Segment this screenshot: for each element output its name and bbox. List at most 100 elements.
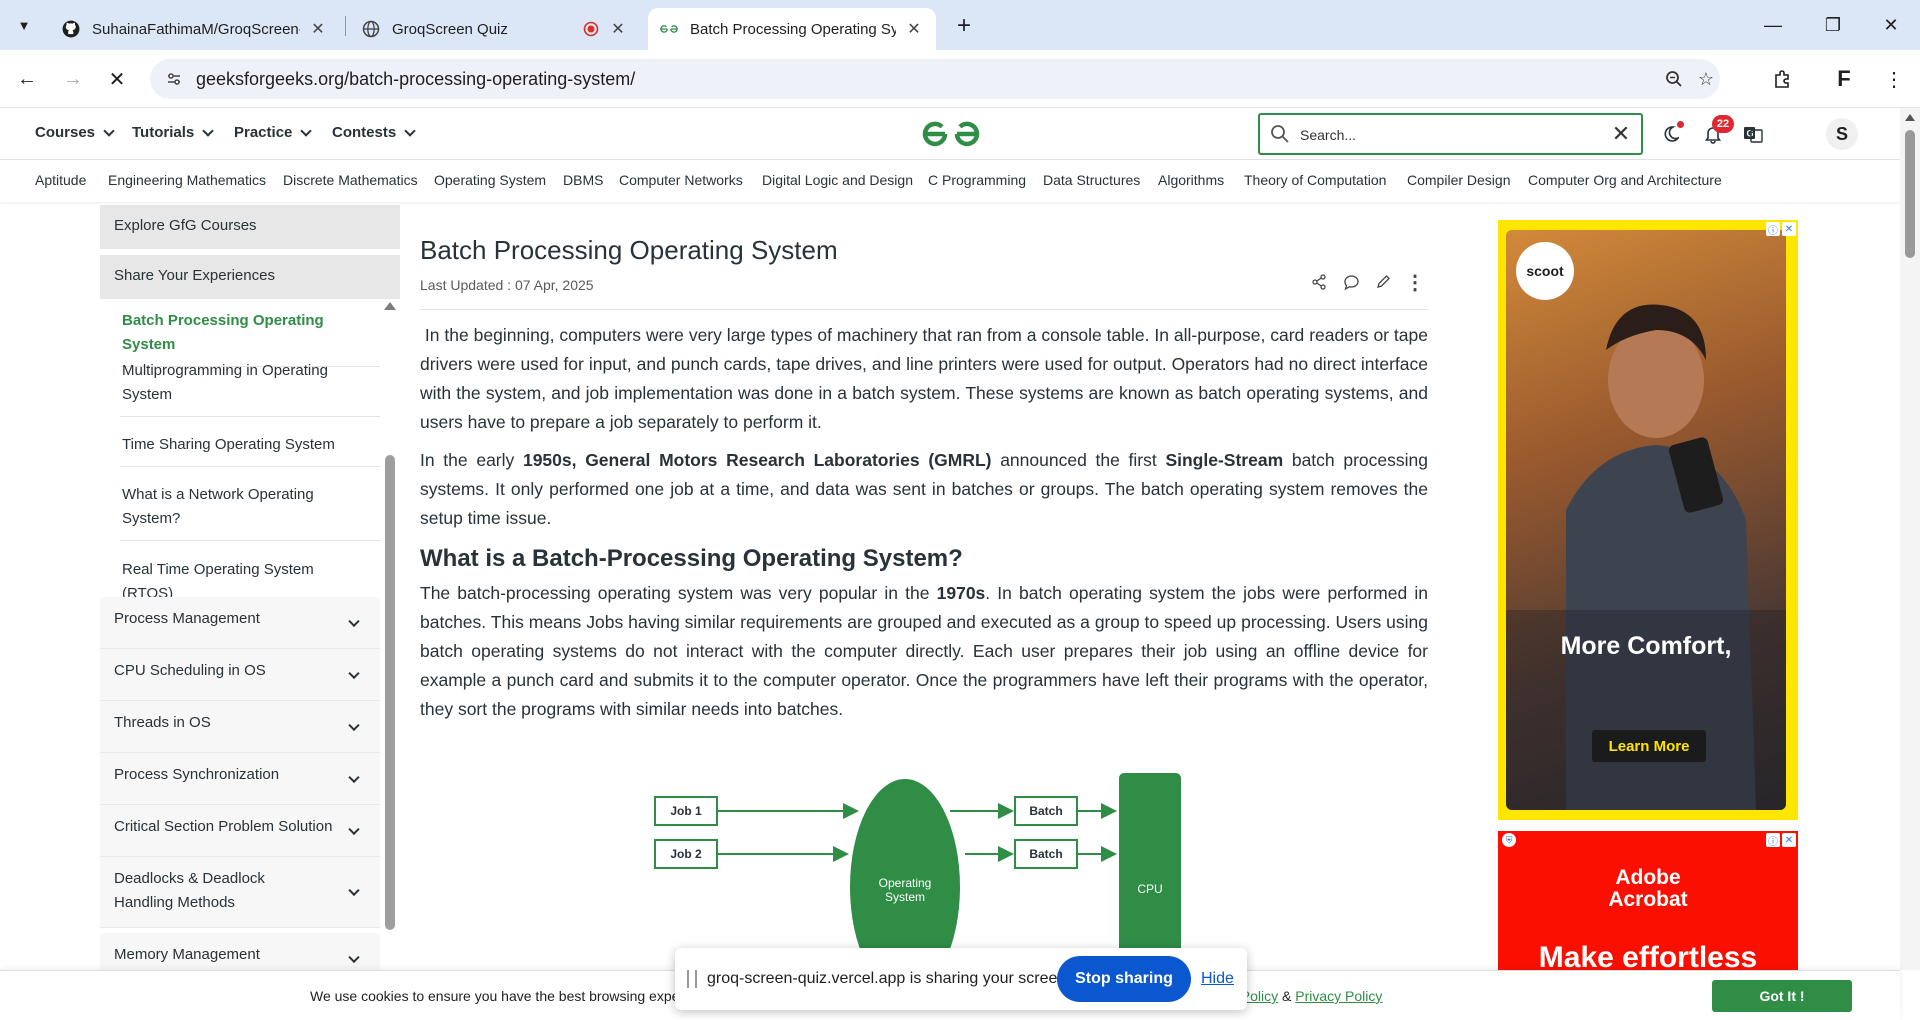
ad-close-icon[interactable]: ✕ bbox=[1782, 833, 1796, 847]
comment-icon[interactable] bbox=[1342, 273, 1360, 291]
subnav-item[interactable]: Computer Org and Architecture bbox=[1528, 172, 1722, 188]
subnav-item[interactable]: Operating System bbox=[434, 172, 546, 188]
profile-button[interactable]: F bbox=[1830, 65, 1858, 93]
close-icon[interactable]: ✕ bbox=[904, 19, 924, 39]
url-text[interactable]: geeksforgeeks.org/batch-processing-opera… bbox=[196, 69, 635, 90]
user-avatar[interactable]: S bbox=[1826, 118, 1858, 150]
menu-label: Tutorials bbox=[132, 124, 195, 141]
subnav-item[interactable]: Theory of Computation bbox=[1244, 172, 1386, 188]
tab-separator bbox=[345, 16, 346, 36]
ad-info-icon[interactable]: ⓘ bbox=[1766, 222, 1780, 237]
restore-button[interactable]: ❐ bbox=[1818, 10, 1848, 40]
zoom-icon[interactable] bbox=[1662, 67, 1686, 91]
forward-button[interactable]: → bbox=[58, 64, 88, 94]
subnav-item[interactable]: Discrete Mathematics bbox=[283, 172, 418, 188]
gfg-icon bbox=[660, 20, 678, 38]
subnav-item[interactable]: Compiler Design bbox=[1407, 172, 1510, 188]
scoot-ad[interactable]: scoot More Comfort, Learn More ⓘ ✕ bbox=[1498, 220, 1798, 820]
tab-groqscreen[interactable]: GroqScreen Quiz ✕ bbox=[350, 8, 640, 50]
sidebar-section-cpu-scheduling[interactable]: CPU Scheduling in OS bbox=[100, 649, 380, 701]
dark-mode-icon[interactable] bbox=[1657, 121, 1684, 147]
scrollbar-thumb[interactable] bbox=[1905, 130, 1915, 258]
sidebar-header-courses[interactable]: Explore GfG Courses bbox=[100, 205, 400, 249]
site-search[interactable]: ✕ bbox=[1258, 113, 1643, 155]
sidebar-section-process-sync[interactable]: Process Synchronization bbox=[100, 753, 380, 805]
drag-handle-icon[interactable] bbox=[687, 970, 697, 988]
menu-tutorials[interactable]: Tutorials bbox=[132, 124, 214, 141]
batch2-label: Batch bbox=[1029, 847, 1062, 861]
sidebar-scrollbar[interactable] bbox=[385, 455, 395, 930]
brand-line: Adobe bbox=[1615, 866, 1681, 889]
close-window-button[interactable]: ✕ bbox=[1876, 10, 1906, 40]
notification-bell-icon[interactable]: 22 bbox=[1700, 115, 1734, 147]
extensions-icon[interactable] bbox=[1768, 65, 1796, 93]
sidebar-section-label: Memory Management bbox=[114, 946, 260, 963]
sidebar-section-threads[interactable]: Threads in OS bbox=[100, 701, 380, 753]
ad-info-icon[interactable]: ⓘ bbox=[1766, 833, 1780, 848]
menu-courses[interactable]: Courses bbox=[35, 124, 115, 141]
subnav-item[interactable]: Digital Logic and Design bbox=[762, 172, 913, 188]
scroll-up-arrow[interactable] bbox=[1905, 114, 1915, 121]
got-it-button[interactable]: Got It ! bbox=[1712, 980, 1852, 1012]
scoot-logo: scoot bbox=[1516, 242, 1574, 300]
site-settings-icon[interactable] bbox=[164, 69, 184, 89]
subnav-item[interactable]: Algorithms bbox=[1158, 172, 1224, 188]
new-tab-button[interactable]: + bbox=[950, 12, 978, 40]
browser-menu-icon[interactable]: ⋮ bbox=[1880, 65, 1908, 93]
privacy-policy-link[interactable]: Privacy Policy bbox=[1295, 988, 1382, 1004]
sidebar-item-time-sharing[interactable]: Time Sharing Operating System bbox=[100, 433, 380, 467]
share-icon[interactable] bbox=[1310, 273, 1328, 291]
subnav-item[interactable]: Computer Networks bbox=[619, 172, 743, 188]
menu-contests[interactable]: Contests bbox=[332, 124, 416, 141]
clear-search-icon[interactable]: ✕ bbox=[1609, 121, 1633, 146]
sidebar-section-memory[interactable]: Memory Management bbox=[100, 933, 380, 970]
search-icon bbox=[1271, 125, 1289, 143]
stop-sharing-button[interactable]: Stop sharing bbox=[1057, 956, 1191, 1002]
adobe-ad[interactable]: ⓘ ✕ ⛨ Adobe Acrobat Make effortless bbox=[1498, 831, 1798, 971]
tab-gfg-active[interactable]: Batch Processing Operating Sys ✕ bbox=[648, 8, 936, 50]
menu-label: Practice bbox=[234, 124, 293, 141]
minimize-button[interactable]: — bbox=[1758, 10, 1788, 40]
more-options-icon[interactable]: ⋮ bbox=[1405, 272, 1425, 294]
batch-processing-diagram: Job 1 Job 2 Operating System Batch Batch… bbox=[654, 773, 1181, 975]
tab-search-icon[interactable]: ▼ bbox=[10, 12, 38, 38]
tab-github[interactable]: SuhainaFathimaM/GroqScreen-Q ✕ bbox=[50, 8, 340, 50]
sidebar-item-multiprogramming[interactable]: Multiprogramming in Operating System bbox=[100, 359, 380, 417]
subnav-item[interactable]: C Programming bbox=[928, 172, 1026, 188]
back-button[interactable]: ← bbox=[12, 64, 42, 94]
subnav-item[interactable]: DBMS bbox=[563, 172, 603, 188]
tab-title: Batch Processing Operating Sys bbox=[690, 20, 896, 38]
screen-share-bar: groq-screen-quiz.vercel.app is sharing y… bbox=[675, 948, 1247, 1010]
sidebar-item-network-os[interactable]: What is a Network Operating System? bbox=[100, 483, 380, 541]
os-label-line1: Operating bbox=[879, 876, 932, 890]
sidebar-section-critical-section[interactable]: Critical Section Problem Solution bbox=[100, 805, 380, 857]
close-icon[interactable]: ✕ bbox=[308, 19, 328, 39]
cpu-label: CPU bbox=[1137, 882, 1162, 896]
search-input[interactable] bbox=[1300, 124, 1600, 146]
ad-close-icon[interactable]: ✕ bbox=[1782, 222, 1796, 236]
paragraph-definition: The batch-processing operating system wa… bbox=[420, 579, 1428, 724]
translate-icon[interactable]: G bbox=[1740, 121, 1766, 147]
bookmark-star-icon[interactable]: ☆ bbox=[1694, 67, 1718, 91]
stop-loading-button[interactable]: ✕ bbox=[102, 64, 132, 94]
gfg-logo[interactable] bbox=[920, 118, 982, 150]
close-icon[interactable]: ✕ bbox=[608, 19, 628, 39]
learn-more-button[interactable]: Learn More bbox=[1592, 730, 1706, 762]
edit-pencil-icon[interactable] bbox=[1374, 273, 1392, 291]
sidebar-scroll-up-arrow[interactable] bbox=[384, 302, 396, 310]
divider bbox=[120, 466, 380, 467]
sidebar-header-experiences[interactable]: Share Your Experiences bbox=[100, 255, 400, 299]
sidebar-item-batch-processing[interactable]: Batch Processing Operating System bbox=[100, 309, 380, 367]
subnav-item[interactable]: Data Structures bbox=[1043, 172, 1140, 188]
menu-practice[interactable]: Practice bbox=[234, 124, 313, 141]
sidebar-section-label: Deadlocks & Deadlock Handling Methods bbox=[114, 870, 265, 911]
sidebar-section-deadlocks[interactable]: Deadlocks & Deadlock Handling Methods bbox=[100, 857, 380, 928]
sidebar-section-label: Threads in OS bbox=[114, 714, 211, 731]
subnav-item[interactable]: Aptitude bbox=[35, 172, 86, 188]
address-bar[interactable]: geeksforgeeks.org/batch-processing-opera… bbox=[150, 59, 1720, 99]
ad-photo: scoot More Comfort, Learn More bbox=[1506, 230, 1786, 810]
subnav-item[interactable]: Engineering Mathematics bbox=[108, 172, 266, 188]
sidebar-section-process-management[interactable]: Process Management bbox=[100, 597, 380, 649]
hide-button[interactable]: Hide bbox=[1201, 970, 1234, 988]
page-scrollbar[interactable] bbox=[1900, 108, 1920, 970]
